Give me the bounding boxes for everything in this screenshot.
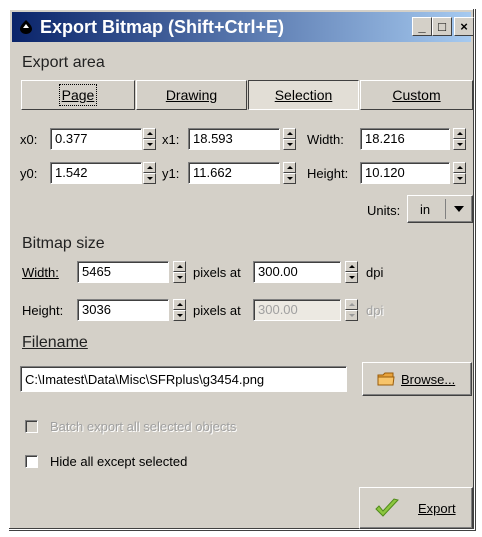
minimize-button[interactable]: _ xyxy=(412,17,432,36)
units-label: Units: xyxy=(367,203,401,218)
tab-drawing[interactable]: Drawing xyxy=(136,80,247,110)
hide-all-label: Hide all except selected xyxy=(50,454,188,469)
dpi-label-x: dpi xyxy=(366,265,384,280)
area-width-spinner[interactable] xyxy=(453,128,466,150)
tab-selection[interactable]: Selection xyxy=(248,80,359,110)
filename-heading: Filename xyxy=(22,334,88,351)
window-title: Export Bitmap (Shift+Ctrl+E) xyxy=(40,17,285,37)
y1-field[interactable]: 11.662 xyxy=(188,162,280,184)
area-height-spinner[interactable] xyxy=(453,162,466,184)
chevron-down-icon xyxy=(454,206,464,212)
tab-custom[interactable]: Custom xyxy=(360,80,473,110)
tab-drawing-label: Drawing xyxy=(165,87,218,103)
y1-label: y1: xyxy=(162,166,180,181)
units-select[interactable]: in xyxy=(407,195,473,223)
dpi-y-spinner xyxy=(345,299,358,321)
checkmark-icon xyxy=(375,498,399,517)
close-button[interactable]: × xyxy=(454,17,474,36)
export-area-heading: Export area xyxy=(22,54,105,71)
title-bar[interactable]: Export Bitmap (Shift+Ctrl+E) _ □ × xyxy=(12,12,474,42)
tab-selection-label: Selection xyxy=(274,87,333,103)
area-width-field[interactable]: 18.216 xyxy=(360,128,450,150)
export-label: Export xyxy=(418,501,456,516)
export-button[interactable]: Export xyxy=(359,487,473,529)
bitmap-height-field[interactable]: 3036 xyxy=(77,299,169,321)
bitmap-size-heading: Bitmap size xyxy=(22,235,105,252)
x0-label: x0: xyxy=(20,132,38,147)
dpi-x-spinner[interactable] xyxy=(345,261,358,283)
tab-page[interactable]: Page xyxy=(21,80,135,110)
bitmap-width-label: Width: xyxy=(22,265,59,280)
height-label: Height: xyxy=(307,166,349,181)
browse-button[interactable]: Browse... xyxy=(362,362,472,396)
x1-spinner[interactable] xyxy=(283,128,296,150)
pixels-at-label-x: pixels at xyxy=(193,265,241,280)
bitmap-height-spinner[interactable] xyxy=(173,299,186,321)
y1-spinner[interactable] xyxy=(283,162,296,184)
bitmap-height-label: Height: xyxy=(22,303,64,318)
tab-custom-label: Custom xyxy=(392,87,441,103)
folder-icon xyxy=(377,372,395,386)
filename-field[interactable]: C:\Imatest\Data\Misc\SFRplus\g3454.png xyxy=(20,366,347,392)
dpi-y-field: 300.00 xyxy=(253,299,341,321)
y0-field[interactable]: 1.542 xyxy=(50,162,142,184)
bitmap-width-field[interactable]: 5465 xyxy=(77,261,169,283)
x0-field[interactable]: 0.377 xyxy=(50,128,142,150)
maximize-button[interactable]: □ xyxy=(432,17,452,36)
dpi-label-y: dpi xyxy=(366,303,384,318)
hide-all-checkbox[interactable] xyxy=(25,455,38,468)
dpi-x-field[interactable]: 300.00 xyxy=(253,261,341,283)
y0-spinner[interactable] xyxy=(143,162,156,184)
batch-export-checkbox xyxy=(25,420,38,433)
pixels-at-label-y: pixels at xyxy=(193,303,241,318)
tab-page-label: Page xyxy=(58,84,98,106)
batch-export-label: Batch export all selected objects xyxy=(50,419,237,434)
width-label: Width: xyxy=(307,132,344,147)
browse-label: Browse... xyxy=(401,372,456,387)
bitmap-width-spinner[interactable] xyxy=(173,261,186,283)
x0-spinner[interactable] xyxy=(143,128,156,150)
inkscape-icon xyxy=(20,20,32,34)
area-height-field[interactable]: 10.120 xyxy=(360,162,450,184)
units-divider xyxy=(445,199,446,219)
x1-label: x1: xyxy=(162,132,180,147)
y0-label: y0: xyxy=(20,166,38,181)
x1-field[interactable]: 18.593 xyxy=(188,128,280,150)
units-value: in xyxy=(420,202,431,217)
